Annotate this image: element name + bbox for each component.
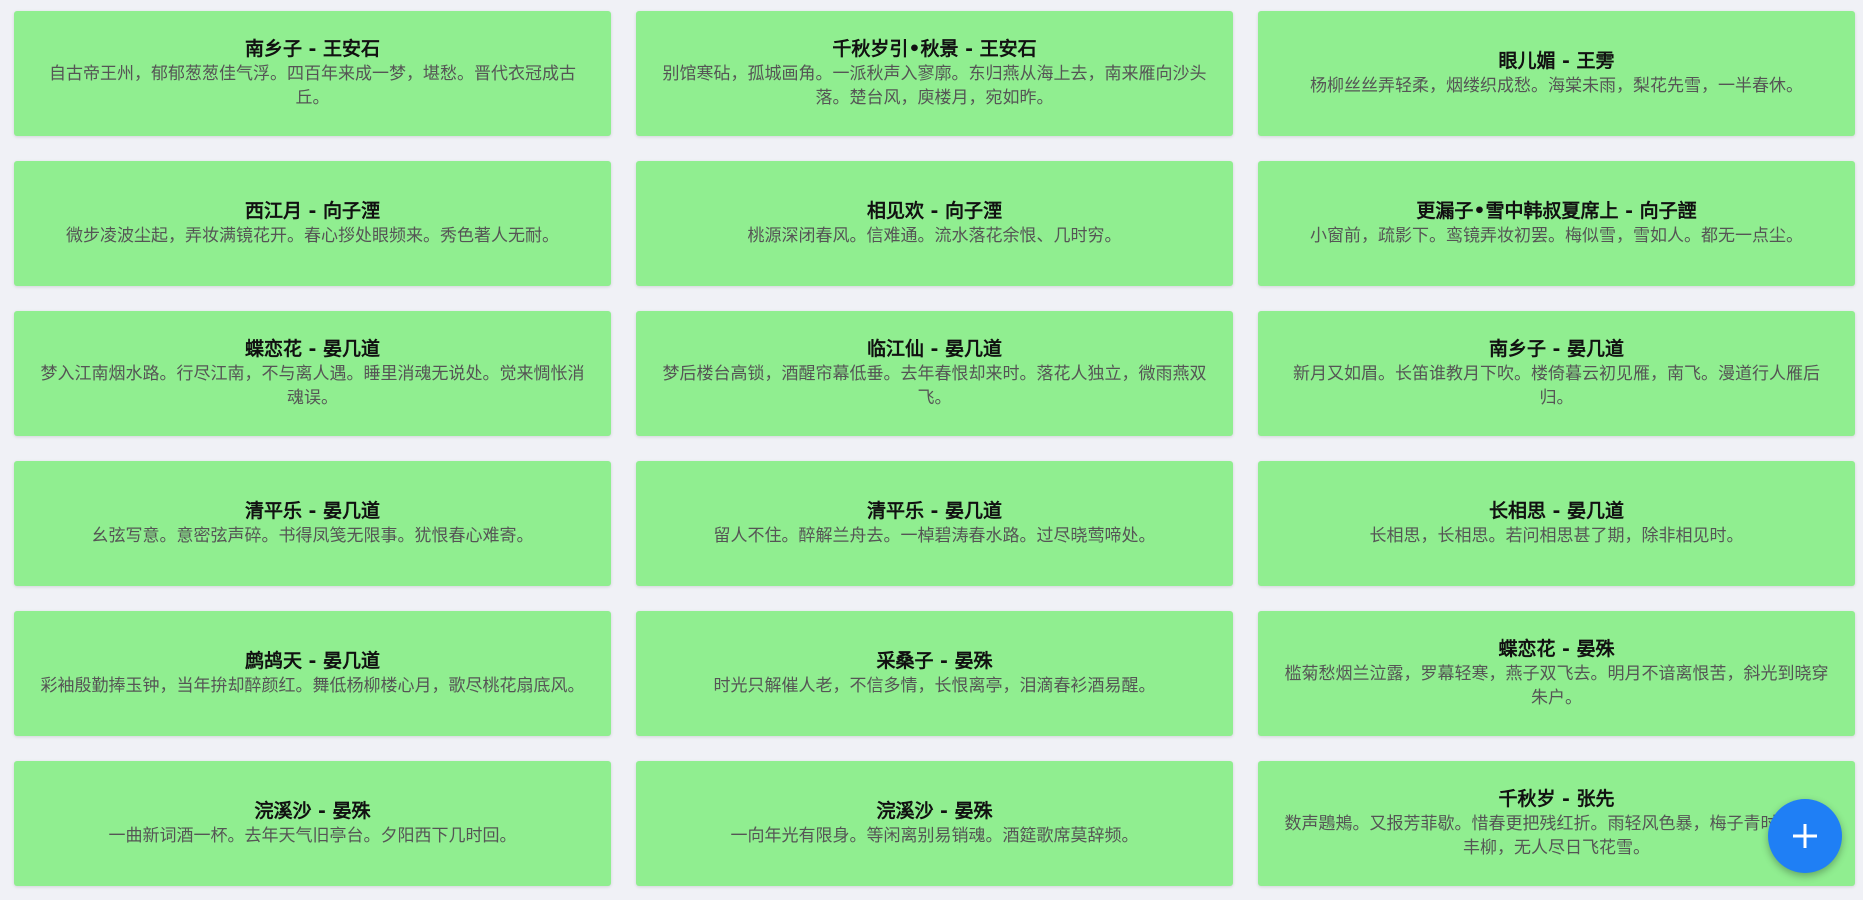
poem-excerpt: 小窗前，疏影下。鸾镜弄妆初罢。梅似雪，雪如人。都无一点尘。 <box>1310 226 1803 246</box>
poem-title: 更漏子•雪中韩叔夏席上 - 向子諲 <box>1416 200 1697 222</box>
poem-excerpt: 微步凌波尘起，弄妆满镜花开。春心拶处眼频来。秀色著人无耐。 <box>66 226 559 246</box>
poem-excerpt: 梦后楼台高锁，酒醒帘幕低垂。去年春恨却来时。落花人独立，微雨燕双飞。 <box>662 364 1207 408</box>
poem-card[interactable]: 临江仙 - 晏几道 梦后楼台高锁，酒醒帘幕低垂。去年春恨却来时。落花人独立，微雨… <box>636 311 1233 436</box>
poem-title: 蝶恋花 - 晏几道 <box>244 338 381 360</box>
poem-card[interactable]: 蝶恋花 - 晏几道 梦入江南烟水路。行尽江南，不与离人遇。睡里消魂无说处。觉来惆… <box>14 311 611 436</box>
poem-excerpt: 留人不住。醉解兰舟去。一棹碧涛春水路。过尽晓莺啼处。 <box>713 526 1156 546</box>
poem-card[interactable]: 蝶恋花 - 晏殊 槛菊愁烟兰泣露，罗幕轻寒，燕子双飞去。明月不谙离恨苦，斜光到晓… <box>1258 611 1855 736</box>
poem-excerpt: 槛菊愁烟兰泣露，罗幕轻寒，燕子双飞去。明月不谙离恨苦，斜光到晓穿朱户。 <box>1284 664 1829 708</box>
poem-title: 西江月 - 向子湮 <box>244 200 381 222</box>
poem-title: 南乡子 - 王安石 <box>244 38 381 60</box>
poem-card[interactable]: 西江月 - 向子湮 微步凌波尘起，弄妆满镜花开。春心拶处眼频来。秀色著人无耐。 <box>14 161 611 286</box>
poem-title: 鹧鸪天 - 晏几道 <box>244 650 381 672</box>
poem-excerpt: 杨柳丝丝弄轻柔，烟缕织成愁。海棠未雨，梨花先雪，一半春休。 <box>1310 76 1803 96</box>
poem-card[interactable]: 采桑子 - 晏殊 时光只解催人老，不信多情，长恨离亭，泪滴春衫酒易醒。 <box>636 611 1233 736</box>
poem-card[interactable]: 长相思 - 晏几道 长相思，长相思。若问相思甚了期，除非相见时。 <box>1258 461 1855 586</box>
plus-icon <box>1790 821 1820 851</box>
poem-excerpt: 长相思，长相思。若问相思甚了期，除非相见时。 <box>1369 526 1744 546</box>
poem-title: 眼儿媚 - 王雱 <box>1498 50 1615 72</box>
poem-card[interactable]: 浣溪沙 - 晏殊 一向年光有限身。等闲离别易销魂。酒筵歌席莫辞频。 <box>636 761 1233 886</box>
poem-excerpt: 一曲新词酒一杯。去年天气旧亭台。夕阳西下几时回。 <box>108 826 517 846</box>
poem-card[interactable]: 南乡子 - 王安石 自古帝王州，郁郁葱葱佳气浮。四百年来成一梦，堪愁。晋代衣冠成… <box>14 11 611 136</box>
poem-card[interactable]: 鹧鸪天 - 晏几道 彩袖殷勤捧玉钟，当年拚却醉颜红。舞低杨柳楼心月，歌尽桃花扇底… <box>14 611 611 736</box>
poem-title: 千秋岁 - 张先 <box>1498 788 1615 810</box>
poem-title: 浣溪沙 - 晏殊 <box>254 800 371 822</box>
poem-card-grid: 南乡子 - 王安石 自古帝王州，郁郁葱葱佳气浮。四百年来成一梦，堪愁。晋代衣冠成… <box>14 11 1855 886</box>
poem-excerpt: 彩袖殷勤捧玉钟，当年拚却醉颜红。舞低杨柳楼心月，歌尽桃花扇底风。 <box>40 676 585 696</box>
poem-excerpt: 时光只解催人老，不信多情，长恨离亭，泪滴春衫酒易醒。 <box>713 676 1156 696</box>
poem-title: 相见欢 - 向子湮 <box>866 200 1003 222</box>
poem-excerpt: 幺弦写意。意密弦声碎。书得凤笺无限事。犹恨春心难寄。 <box>91 526 534 546</box>
poem-excerpt: 自古帝王州，郁郁葱葱佳气浮。四百年来成一梦，堪愁。晋代衣冠成古丘。 <box>49 64 576 108</box>
poem-excerpt: 一向年光有限身。等闲离别易销魂。酒筵歌席莫辞频。 <box>730 826 1139 846</box>
poem-title: 蝶恋花 - 晏殊 <box>1498 638 1615 660</box>
poem-title: 清平乐 - 晏几道 <box>866 500 1003 522</box>
poem-card[interactable]: 清平乐 - 晏几道 留人不住。醉解兰舟去。一棹碧涛春水路。过尽晓莺啼处。 <box>636 461 1233 586</box>
poem-card[interactable]: 南乡子 - 晏几道 新月又如眉。长笛谁教月下吹。楼倚暮云初见雁，南飞。漫道行人雁… <box>1258 311 1855 436</box>
poem-card[interactable]: 千秋岁 - 张先 数声鶗鴂。又报芳菲歇。惜春更把残红折。雨轻风色暴，梅子青时节。… <box>1258 761 1855 886</box>
poem-card[interactable]: 眼儿媚 - 王雱 杨柳丝丝弄轻柔，烟缕织成愁。海棠未雨，梨花先雪，一半春休。 <box>1258 11 1855 136</box>
poem-excerpt: 新月又如眉。长笛谁教月下吹。楼倚暮云初见雁，南飞。漫道行人雁后归。 <box>1293 364 1820 408</box>
poem-excerpt: 梦入江南烟水路。行尽江南，不与离人遇。睡里消魂无说处。觉来惆怅消魂误。 <box>40 364 585 408</box>
poem-title: 浣溪沙 - 晏殊 <box>876 800 993 822</box>
poem-title: 长相思 - 晏几道 <box>1488 500 1625 522</box>
poem-title: 千秋岁引•秋景 - 王安石 <box>832 38 1037 60</box>
poem-title: 南乡子 - 晏几道 <box>1488 338 1625 360</box>
poem-excerpt: 数声鶗鴂。又报芳菲歇。惜春更把残红折。雨轻风色暴，梅子青时节。永丰柳，无人尽日飞… <box>1284 814 1829 858</box>
poem-title: 采桑子 - 晏殊 <box>876 650 993 672</box>
poem-card[interactable]: 更漏子•雪中韩叔夏席上 - 向子諲 小窗前，疏影下。鸾镜弄妆初罢。梅似雪，雪如人… <box>1258 161 1855 286</box>
poem-title: 临江仙 - 晏几道 <box>866 338 1003 360</box>
poem-excerpt: 桃源深闭春风。信难通。流水落花余恨、几时穷。 <box>747 226 1122 246</box>
poem-title: 清平乐 - 晏几道 <box>244 500 381 522</box>
poem-card[interactable]: 相见欢 - 向子湮 桃源深闭春风。信难通。流水落花余恨、几时穷。 <box>636 161 1233 286</box>
poem-card[interactable]: 千秋岁引•秋景 - 王安石 别馆寒砧，孤城画角。一派秋声入寥廓。东归燕从海上去，… <box>636 11 1233 136</box>
poem-card[interactable]: 清平乐 - 晏几道 幺弦写意。意密弦声碎。书得凤笺无限事。犹恨春心难寄。 <box>14 461 611 586</box>
poem-card[interactable]: 浣溪沙 - 晏殊 一曲新词酒一杯。去年天气旧亭台。夕阳西下几时回。 <box>14 761 611 886</box>
add-poem-button[interactable] <box>1768 799 1842 873</box>
poem-excerpt: 别馆寒砧，孤城画角。一派秋声入寥廓。东归燕从海上去，南来雁向沙头落。楚台风，庾楼… <box>662 64 1207 108</box>
